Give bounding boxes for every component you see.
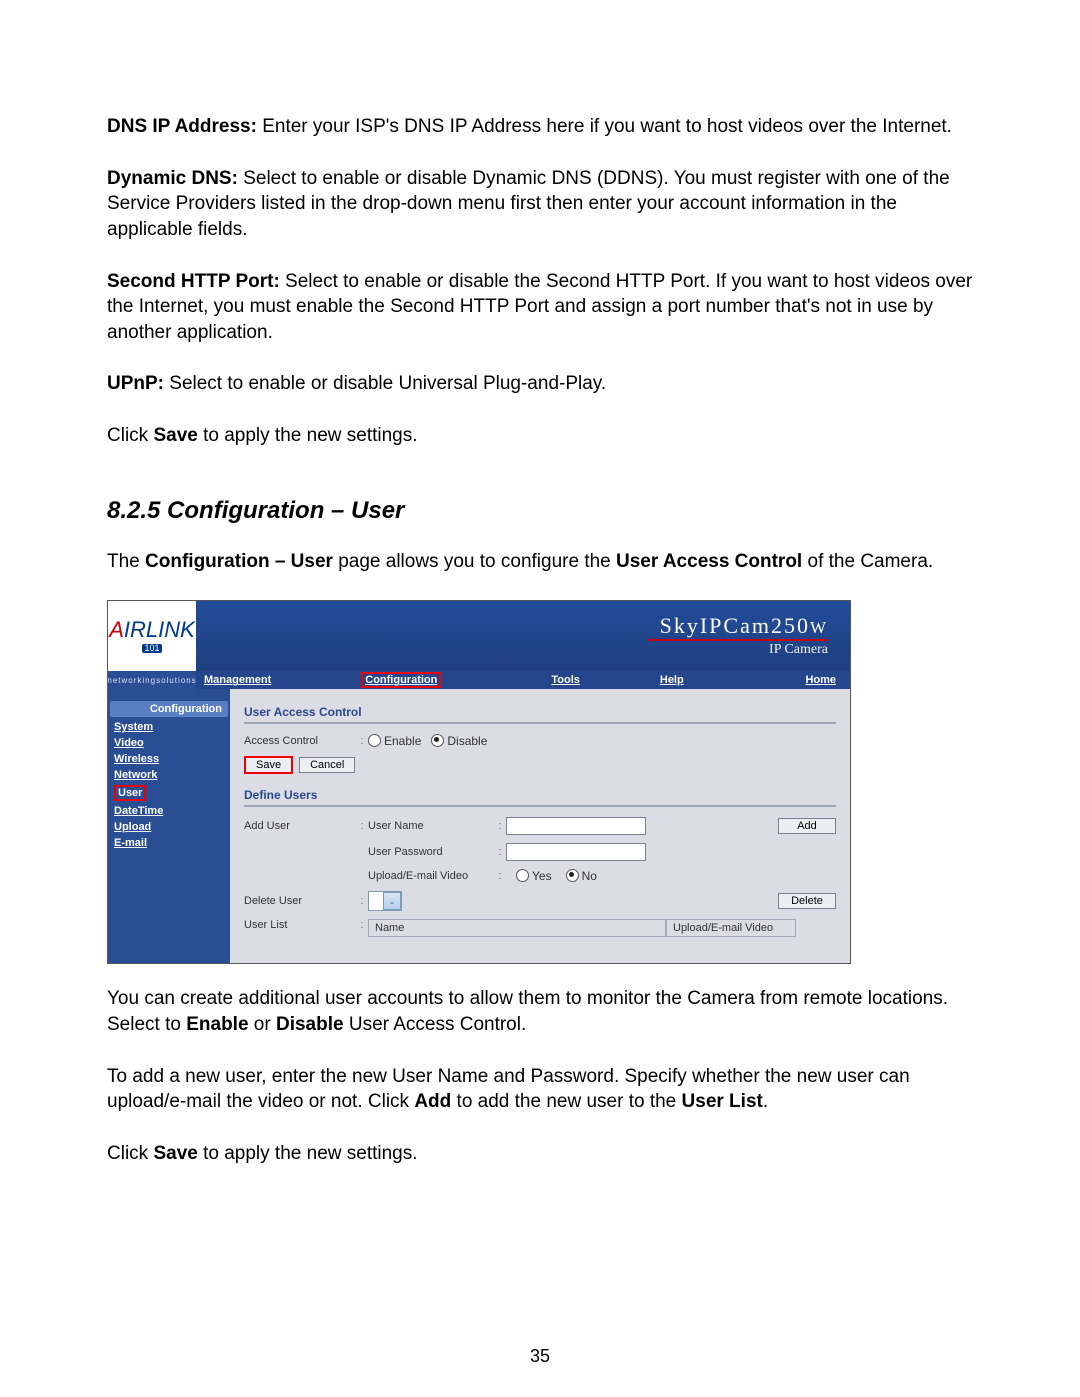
sidebar-header: Configuration: [110, 701, 228, 717]
radio-disable[interactable]: Disable: [431, 734, 487, 748]
para-upnp: UPnP: Select to enable or disable Univer…: [107, 371, 973, 397]
add-button[interactable]: Add: [778, 818, 836, 834]
airlink-logo: AIRLINK 101: [108, 601, 196, 671]
nav-tools[interactable]: Tools: [551, 674, 580, 686]
para-after: You can create additional user accounts …: [107, 986, 973, 1037]
radio-enable[interactable]: Enable: [368, 734, 421, 748]
chevron-down-icon: ⌄: [383, 892, 401, 910]
nav-configuration[interactable]: Configuration: [361, 672, 441, 688]
upload-email-label: Upload/E-mail Video: [368, 870, 494, 882]
para-click-save-1: Click Save to apply the new settings.: [107, 423, 973, 449]
access-control-label: Access Control: [244, 735, 356, 747]
brand-tagline: networkingsolutions: [108, 671, 196, 689]
add-user-label: Add User: [244, 820, 356, 832]
ddns-label: Dynamic DNS:: [107, 168, 238, 189]
nav-help[interactable]: Help: [660, 674, 684, 686]
nav-management[interactable]: Management: [204, 674, 271, 686]
delete-button[interactable]: Delete: [778, 893, 836, 909]
delete-user-select[interactable]: ⌄: [368, 891, 402, 911]
sidebar-system[interactable]: System: [108, 719, 230, 735]
para-ddns: Dynamic DNS: Select to enable or disable…: [107, 166, 973, 243]
brand-title: SkyIPCam250W IP Camera: [648, 615, 828, 657]
section-title: 8.2.5 Configuration – User: [107, 497, 973, 525]
dns-text: Enter your ISP's DNS IP Address here if …: [257, 116, 952, 137]
sidebar-network[interactable]: Network: [108, 767, 230, 783]
th-name: Name: [368, 919, 666, 937]
dns-label: DNS IP Address:: [107, 116, 257, 137]
page-number: 35: [0, 1346, 1080, 1367]
upnp-label: UPnP:: [107, 373, 164, 394]
upnp-text: Select to enable or disable Universal Pl…: [164, 373, 606, 394]
http-label: Second HTTP Port:: [107, 271, 280, 292]
para-add-user: To add a new user, enter the new User Na…: [107, 1064, 973, 1115]
user-name-label: User Name: [368, 820, 494, 832]
config-screenshot: AIRLINK 101 SkyIPCam250W IP Camera netwo…: [107, 600, 851, 964]
sidebar-datetime[interactable]: DateTime: [108, 803, 230, 819]
cancel-button[interactable]: Cancel: [299, 757, 355, 773]
user-name-input[interactable]: [506, 817, 646, 835]
radio-no[interactable]: No: [566, 869, 597, 883]
save-button[interactable]: Save: [244, 756, 293, 774]
define-users-header: Define Users: [244, 788, 836, 807]
sidebar-user[interactable]: User: [108, 783, 230, 803]
user-list-table: Name Upload/E-mail Video: [368, 919, 796, 937]
sidebar-video[interactable]: Video: [108, 735, 230, 751]
sidebar-upload[interactable]: Upload: [108, 819, 230, 835]
sidebar-wireless[interactable]: Wireless: [108, 751, 230, 767]
th-upload: Upload/E-mail Video: [666, 919, 796, 937]
para-dns: DNS IP Address: Enter your ISP's DNS IP …: [107, 114, 973, 140]
user-password-label: User Password: [368, 846, 494, 858]
delete-user-label: Delete User: [244, 895, 356, 907]
user-list-label: User List: [244, 919, 356, 931]
radio-yes[interactable]: Yes: [516, 869, 552, 883]
sidebar-email[interactable]: E-mail: [108, 835, 230, 851]
para-click-save-2: Click Save to apply the new settings.: [107, 1141, 973, 1167]
user-password-input[interactable]: [506, 843, 646, 861]
uac-header: User Access Control: [244, 705, 836, 724]
para-http: Second HTTP Port: Select to enable or di…: [107, 269, 973, 346]
nav-home[interactable]: Home: [805, 674, 836, 686]
para-intro: The Configuration – User page allows you…: [107, 549, 973, 575]
